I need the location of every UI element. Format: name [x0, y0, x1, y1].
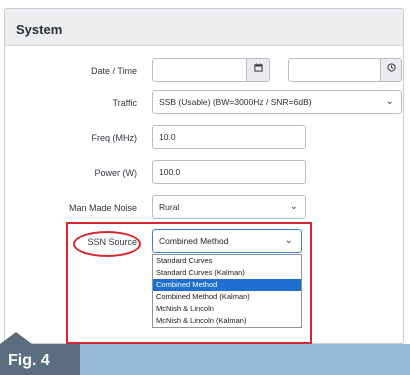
- clock-icon: [386, 63, 396, 75]
- caption-tab-cap: [0, 332, 32, 344]
- freq-input[interactable]: 10.0: [152, 125, 306, 149]
- freq-label: Freq (MHz): [91, 133, 138, 143]
- noise-select[interactable]: Rural ⌄: [152, 195, 306, 219]
- panel-header: System: [5, 9, 403, 46]
- traffic-value: SSB (Usable) (BW=3000Hz / SNR=6dB): [159, 97, 312, 107]
- power-label: Power (W): [94, 168, 138, 178]
- ssn-source-options: Standard Curves Standard Curves (Kalman)…: [152, 254, 302, 328]
- option-combined-method-kalman[interactable]: Combined Method (Kalman): [153, 291, 301, 303]
- calendar-button[interactable]: [246, 58, 270, 82]
- chevron-down-icon: ⌄: [289, 201, 298, 212]
- option-mcnish-lincoln-kalman[interactable]: McNish & Lincoln (Kalman): [153, 315, 301, 327]
- chevron-down-icon: ⌄: [284, 235, 293, 246]
- option-mcnish-lincoln[interactable]: McNish & Lincoln: [153, 303, 301, 315]
- noise-label: Man Made Noise: [68, 203, 137, 213]
- noise-value: Rural: [159, 202, 180, 212]
- time-input[interactable]: [288, 58, 384, 82]
- chevron-down-icon: ⌄: [385, 96, 394, 107]
- date-time-label: Date / Time: [90, 66, 137, 76]
- power-input[interactable]: 100.0: [152, 160, 306, 184]
- calendar-icon: [253, 63, 263, 75]
- traffic-label: Traffic: [112, 98, 137, 108]
- panel-title: System: [16, 22, 63, 37]
- ssn-source-select[interactable]: Combined Method ⌄: [152, 229, 302, 253]
- option-standard-curves[interactable]: Standard Curves: [153, 255, 301, 267]
- traffic-select[interactable]: SSB (Usable) (BW=3000Hz / SNR=6dB) ⌄: [152, 90, 402, 114]
- date-input[interactable]: [152, 58, 250, 82]
- figure-label: Fig. 4: [8, 352, 50, 369]
- ssn-source-value: Combined Method: [159, 236, 229, 246]
- ssn-source-label: SSN Source: [87, 237, 137, 247]
- option-standard-curves-kalman[interactable]: Standard Curves (Kalman): [153, 267, 301, 279]
- clock-button[interactable]: [380, 58, 402, 82]
- option-combined-method[interactable]: Combined Method: [153, 279, 301, 291]
